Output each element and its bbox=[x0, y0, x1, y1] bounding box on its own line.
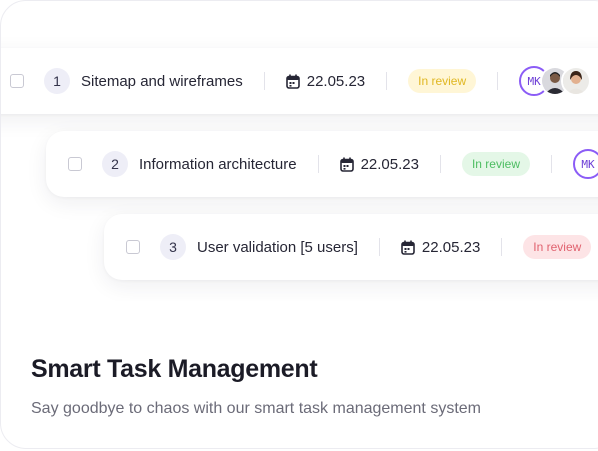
divider bbox=[501, 238, 503, 256]
task-title: Information architecture bbox=[139, 155, 297, 173]
task-date-text: 22.05.23 bbox=[306, 72, 366, 90]
divider bbox=[551, 155, 552, 173]
task-number: 2 bbox=[102, 151, 128, 177]
task-title: User validation [5 users] bbox=[197, 238, 358, 256]
divider bbox=[378, 238, 380, 256]
feature-heading: Smart Task Management bbox=[31, 355, 318, 383]
feature-card: 1 Sitemap and wireframes 22.05.23 In rev… bbox=[0, 0, 598, 449]
calendar-icon bbox=[285, 74, 300, 89]
task-checkbox[interactable] bbox=[10, 74, 24, 88]
divider bbox=[386, 72, 388, 90]
calendar-icon bbox=[339, 157, 354, 172]
status-badge: In review bbox=[461, 152, 530, 176]
task-checkbox[interactable] bbox=[68, 157, 82, 171]
feature-description: Say goodbye to chaos with our smart task… bbox=[31, 400, 481, 417]
task-row[interactable]: 2 Information architecture 22.05.23 In r… bbox=[46, 131, 598, 197]
task-checkbox[interactable] bbox=[126, 240, 140, 254]
status-badge: In review bbox=[523, 235, 592, 259]
calendar-icon bbox=[401, 240, 415, 255]
avatar[interactable] bbox=[561, 66, 592, 96]
task-date: 22.05.23 bbox=[401, 239, 480, 256]
task-date-text: 22.05.23 bbox=[360, 155, 419, 173]
divider bbox=[497, 72, 499, 90]
task-row[interactable]: 1 Sitemap and wireframes 22.05.23 In rev… bbox=[1, 48, 598, 114]
assignee-avatars[interactable]: MK bbox=[519, 66, 592, 96]
avatar-initials[interactable]: MK bbox=[573, 149, 598, 179]
status-badge: In review bbox=[408, 69, 477, 93]
task-number: 3 bbox=[160, 234, 186, 260]
assignee-avatars[interactable]: MK bbox=[573, 149, 598, 179]
divider bbox=[439, 155, 441, 173]
task-title: Sitemap and wireframes bbox=[81, 72, 243, 90]
divider bbox=[263, 72, 265, 90]
task-row[interactable]: 3 User validation [5 users] 22.05.23 In … bbox=[104, 214, 598, 280]
task-date-text: 22.05.23 bbox=[421, 238, 481, 256]
divider bbox=[317, 155, 319, 173]
task-list: 1 Sitemap and wireframes 22.05.23 In rev… bbox=[1, 1, 598, 301]
task-date: 22.05.23 bbox=[285, 72, 366, 90]
task-date: 22.05.23 bbox=[339, 155, 419, 173]
task-number: 1 bbox=[44, 68, 70, 94]
